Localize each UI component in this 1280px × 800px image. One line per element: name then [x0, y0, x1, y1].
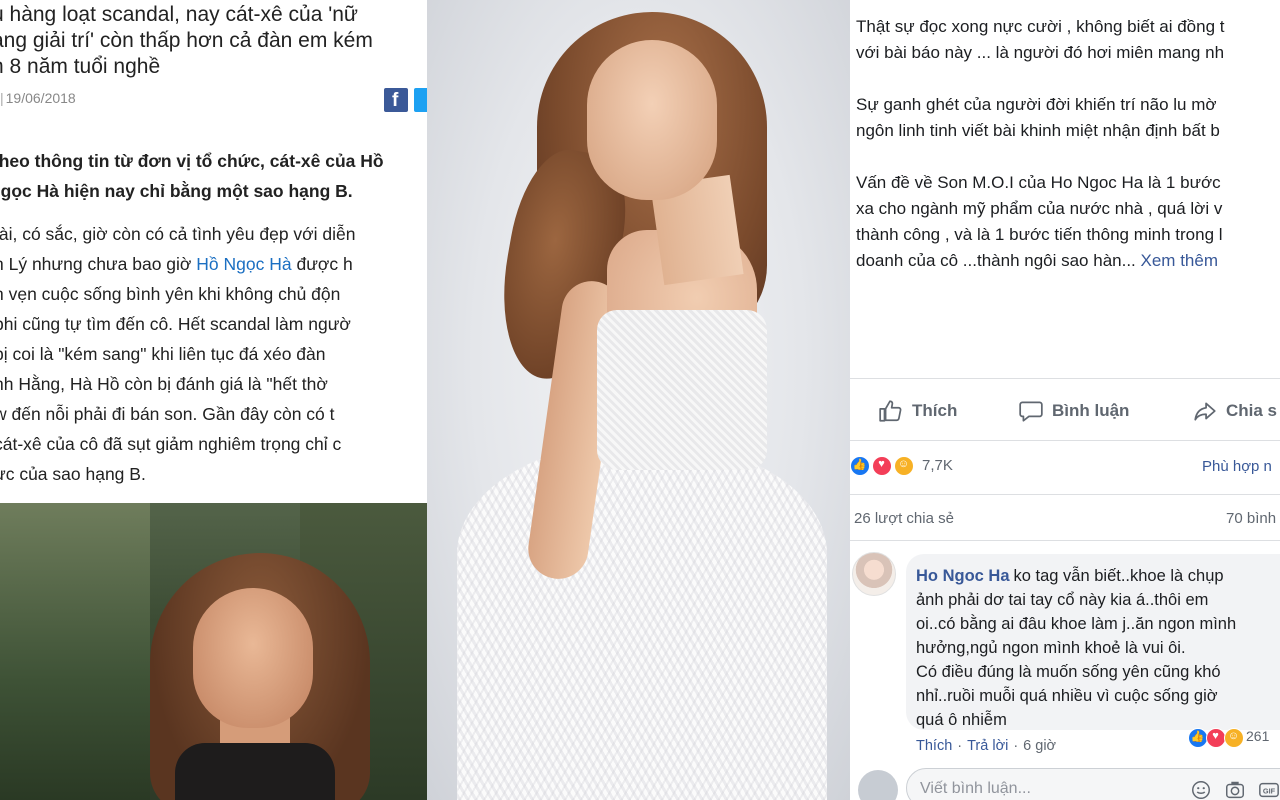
- date-text: 19/06/2018: [5, 90, 76, 106]
- comment-icon: [1019, 401, 1043, 422]
- like-button[interactable]: Thích: [878, 398, 957, 424]
- like-label: Thích: [912, 401, 958, 420]
- article-meta: | 19/06/2018 f: [0, 88, 427, 112]
- post-line: doanh của cô ...thành ngôi sao hàn... Xe…: [856, 248, 1280, 274]
- body-line: nh Hằng, Hà Hồ còn bị đánh giá là "hết t…: [0, 369, 427, 399]
- body-text-segment: bị coi là "kém sang" khi liên tục đá xéo…: [0, 344, 326, 364]
- comment-actions: Thích · Trả lời · 6 giờ: [916, 738, 1057, 754]
- share-button[interactable]: Chia s: [1192, 398, 1277, 424]
- relevance-filter[interactable]: Phù hợp n: [1202, 458, 1272, 475]
- like-reaction-icon: 👍: [1188, 728, 1208, 748]
- facebook-post-panel: Thật sự đọc xong nực cười , không biết a…: [850, 0, 1280, 800]
- post-paragraph: Sự ganh ghét của người đời khiến trí não…: [856, 92, 1280, 144]
- studio-photo: [427, 0, 850, 800]
- comment-line: Có điều đúng là muốn sống yên cũng khó: [916, 663, 1221, 681]
- post-line: Vấn đề về Son M.O.I của Ho Ngoc Ha là 1 …: [856, 173, 1221, 192]
- post-line: ngôn linh tinh viết bài khinh miệt nhận …: [856, 121, 1220, 140]
- post-line: xa cho ngành mỹ phẩm của nước nhà , quá …: [856, 199, 1223, 218]
- love-reaction-icon: ♥: [1206, 728, 1226, 748]
- headline-line: àng giải trí' còn thấp hơn cả đàn em kém: [0, 29, 373, 52]
- post-actions: Thích Bình luận Chia s: [850, 394, 1280, 428]
- lead-line: Theo thông tin từ đơn vị tổ chức, cát-xê…: [0, 151, 384, 171]
- reaction-count: 7,7K: [922, 457, 953, 474]
- body-text-segment: n vẹn cuộc sống bình yên khi không chủ đ…: [0, 284, 341, 304]
- body-line: ực của sao hạng B.: [0, 459, 427, 489]
- person-link[interactable]: Hồ Ngọc Hà: [196, 254, 291, 274]
- comment-like-link[interactable]: Thích: [916, 738, 952, 754]
- body-line: w đến nỗi phải đi bán son. Gần đây còn c…: [0, 399, 427, 429]
- lead-line: Ngọc Hà hiện nay chỉ bằng một sao hạng B…: [0, 181, 353, 201]
- article-lead: Theo thông tin từ đơn vị tổ chức, cát-xê…: [0, 146, 427, 206]
- comment-line: hưởng,ngủ ngon mình khoẻ là vui ôi.: [916, 639, 1186, 657]
- body-text-segment: được h: [291, 254, 353, 274]
- twitter-share-icon[interactable]: [414, 88, 427, 112]
- divider: [850, 440, 1280, 441]
- body-text-segment: cát-xê của cô đã sụt giảm nghiêm trọng c…: [0, 434, 342, 454]
- commenter-avatar[interactable]: [852, 552, 896, 596]
- post-line: thành công , và là 1 bước tiến thông min…: [856, 225, 1223, 244]
- comment-line: ảnh phải dơ tai tay cổ này kia á..thôi e…: [916, 591, 1209, 609]
- body-text-segment: ực của sao hạng B.: [0, 464, 146, 484]
- post-line: Sự ganh ghét của người đời khiến trí não…: [856, 95, 1217, 114]
- article-headline[interactable]: u hàng loạt scandal, nay cát-xê của 'nữ …: [0, 2, 427, 80]
- haha-reaction-icon: ☺: [894, 456, 914, 476]
- comment-line: nhỉ..ruồi muỗi quá nhiều vì cuộc sống gi…: [916, 687, 1218, 705]
- see-more-link[interactable]: Xem thêm: [1141, 251, 1218, 270]
- divider: [850, 494, 1280, 495]
- comment-text: Ho Ngoc Ha ko tag vẫn biết..khoe là chụp …: [916, 564, 1280, 732]
- comment-reply-link[interactable]: Trả lời: [967, 738, 1008, 754]
- comment-label: Bình luận: [1052, 401, 1130, 420]
- haha-reaction-icon: ☺: [1224, 728, 1244, 748]
- body-text-segment: phi cũng tự tìm đến cô. Hết scandal làm …: [0, 314, 351, 334]
- body-text-segment: nh Hằng, Hà Hồ còn bị đánh giá là "hết t…: [0, 374, 328, 394]
- comment-reactions[interactable]: 👍 ♥ ☺ 261: [1188, 724, 1280, 748]
- comment-reaction-count: 261: [1246, 728, 1270, 744]
- body-line: tài, có sắc, giờ còn có cả tình yêu đẹp …: [0, 219, 427, 249]
- share-count[interactable]: 26 lượt chia sẻ: [854, 510, 954, 527]
- post-paragraph: Thật sự đọc xong nực cười , không biết a…: [856, 14, 1280, 66]
- divider: [850, 378, 1280, 379]
- camera-icon[interactable]: [1224, 779, 1246, 800]
- article-date: | 19/06/2018: [0, 90, 76, 106]
- post-line: Thật sự đọc xong nực cười , không biết a…: [856, 17, 1225, 36]
- comment-button[interactable]: Bình luận: [1018, 398, 1129, 424]
- facebook-share-icon[interactable]: f: [384, 88, 408, 112]
- body-line: n Lý nhưng chưa bao giờ Hồ Ngọc Hà được …: [0, 249, 427, 279]
- comment-line: oi..có bằng ai đâu khoe làm j..ăn ngon m…: [916, 615, 1237, 633]
- comment-author[interactable]: Ho Ngoc Ha: [916, 567, 1010, 585]
- love-reaction-icon: ♥: [872, 456, 892, 476]
- thumbs-up-icon: [879, 400, 902, 422]
- body-line: bị coi là "kém sang" khi liên tục đá xéo…: [0, 339, 427, 369]
- svg-text:GIF: GIF: [1263, 787, 1276, 796]
- body-line: cát-xê của cô đã sụt giảm nghiêm trọng c…: [0, 429, 427, 459]
- body-line: n vẹn cuộc sống bình yên khi không chủ đ…: [0, 279, 427, 309]
- headline-line: n 8 năm tuổi nghề: [0, 55, 161, 78]
- post-text: Thật sự đọc xong nực cười , không biết a…: [856, 14, 1280, 274]
- share-label: Chia s: [1226, 401, 1278, 420]
- comment-line: ko tag vẫn biết..khoe là chụp: [1013, 567, 1224, 585]
- gif-icon[interactable]: GIF: [1258, 779, 1280, 800]
- body-text-segment: w đến nỗi phải đi bán son. Gần đây còn c…: [0, 404, 335, 424]
- post-line: với bài báo này ... là người đó hơi miên…: [856, 43, 1225, 62]
- divider: [850, 540, 1280, 541]
- headline-line: u hàng loạt scandal, nay cát-xê của 'nữ: [0, 3, 358, 26]
- reactions-row[interactable]: 👍 ♥ ☺ 7,7K Phù hợp n: [850, 452, 1280, 478]
- comment-input-placeholder: Viết bình luận...: [920, 780, 1031, 797]
- comment-time[interactable]: 6 giờ: [1023, 738, 1056, 754]
- like-reaction-icon: 👍: [850, 456, 870, 476]
- body-text-segment: n Lý nhưng chưa bao giờ: [0, 254, 197, 274]
- article-photo: [0, 503, 427, 800]
- article-body: tài, có sắc, giờ còn có cả tình yêu đẹp …: [0, 219, 427, 489]
- news-article-panel: u hàng loạt scandal, nay cát-xê của 'nữ …: [0, 0, 427, 800]
- comment-count[interactable]: 70 bình: [1226, 510, 1276, 527]
- emoji-icon[interactable]: [1190, 779, 1212, 800]
- post-last-line: doanh của cô ...thành ngôi sao hàn...: [856, 251, 1136, 270]
- body-text-segment: tài, có sắc, giờ còn có cả tình yêu đẹp …: [0, 224, 356, 244]
- body-line: phi cũng tự tìm đến cô. Hết scandal làm …: [0, 309, 427, 339]
- post-paragraph: Vấn đề về Son M.O.I của Ho Ngoc Ha là 1 …: [856, 170, 1280, 274]
- share-icon: [1194, 402, 1216, 421]
- user-avatar: [858, 770, 898, 800]
